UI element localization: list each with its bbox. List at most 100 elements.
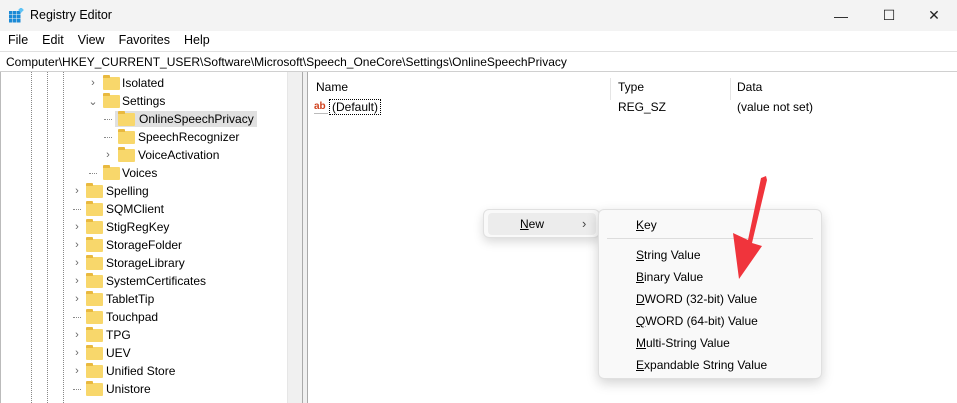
tree-item-label: SystemCertificates bbox=[106, 274, 207, 288]
value-data: (value not set) bbox=[737, 100, 814, 114]
folder-icon bbox=[86, 327, 103, 342]
tree-item[interactable]: › StorageLibrary bbox=[0, 254, 286, 272]
pane-splitter[interactable] bbox=[303, 72, 308, 403]
chevron-right-icon[interactable]: › bbox=[88, 77, 98, 89]
folder-icon bbox=[86, 291, 103, 306]
menu-item-label: inary Value bbox=[644, 270, 704, 284]
tree-item[interactable]: Voices bbox=[0, 164, 286, 182]
chevron-right-icon[interactable]: › bbox=[72, 239, 82, 251]
menu-file[interactable]: File bbox=[8, 31, 35, 51]
tree-item[interactable]: › UEV bbox=[0, 344, 286, 362]
menu-item-e[interactable]: Expandable String Value bbox=[636, 358, 767, 372]
menu-item-label: WORD (64-bit) Value bbox=[645, 314, 758, 328]
chevron-right-icon[interactable]: › bbox=[72, 275, 82, 287]
menu-help[interactable]: Help bbox=[184, 31, 217, 51]
access-key: Q bbox=[636, 314, 646, 328]
maximize-button[interactable]: ☐ bbox=[866, 0, 912, 31]
folder-icon bbox=[86, 219, 103, 234]
tree-item[interactable]: › VoiceActivation bbox=[0, 146, 286, 164]
tree-connector bbox=[73, 389, 81, 390]
menu-item-b[interactable]: Binary Value bbox=[636, 270, 703, 284]
tree-item[interactable]: OnlineSpeechPrivacy bbox=[0, 110, 286, 128]
tree-connector bbox=[104, 119, 112, 120]
value-type: REG_SZ bbox=[618, 100, 667, 114]
menu-item-m[interactable]: Multi-String Value bbox=[636, 336, 730, 350]
column-divider[interactable] bbox=[730, 78, 731, 100]
chevron-down-icon[interactable]: ⌄ bbox=[88, 95, 98, 108]
tree-item[interactable]: › Isolated bbox=[0, 74, 286, 92]
tree-item[interactable]: › StigRegKey bbox=[0, 218, 286, 236]
chevron-right-icon[interactable]: › bbox=[72, 185, 82, 197]
tree-item-label: SQMClient bbox=[106, 202, 165, 216]
access-key: E bbox=[636, 358, 645, 372]
column-header-type[interactable]: Type bbox=[618, 80, 644, 94]
menu-view[interactable]: View bbox=[78, 31, 112, 51]
folder-icon bbox=[86, 255, 103, 270]
menu-item-d[interactable]: DWORD (32-bit) Value bbox=[636, 292, 757, 306]
tree-item-label: StorageFolder bbox=[106, 238, 183, 252]
value-name[interactable]: (Default) bbox=[329, 99, 382, 115]
chevron-right-icon[interactable]: › bbox=[72, 257, 82, 269]
folder-icon bbox=[103, 75, 120, 90]
tree-item[interactable]: ⌄ Settings bbox=[0, 92, 286, 110]
menu-item-new[interactable]: New › bbox=[488, 213, 596, 235]
tree-item[interactable]: › Spelling bbox=[0, 182, 286, 200]
access-key: M bbox=[636, 336, 646, 350]
menu-item-k[interactable]: Key bbox=[636, 218, 657, 232]
tree-item-label: Unified Store bbox=[106, 364, 176, 378]
tree-item-label: Settings bbox=[122, 94, 166, 108]
window-title: Registry Editor bbox=[30, 8, 112, 22]
tree-item-label: Spelling bbox=[106, 184, 149, 198]
tree-item[interactable]: › StorageFolder bbox=[0, 236, 286, 254]
menu-item-label: xpandable String Value bbox=[644, 358, 768, 372]
tree-item[interactable]: Unistore bbox=[0, 380, 286, 398]
tree-item-label: VoiceActivation bbox=[138, 148, 220, 162]
menu-item-label: ew bbox=[528, 217, 545, 231]
tree-connector bbox=[73, 317, 81, 318]
tree-item-label: SpeechRecognizer bbox=[138, 130, 240, 144]
tree-item-label: OnlineSpeechPrivacy bbox=[115, 111, 257, 127]
chevron-right-icon[interactable]: › bbox=[72, 329, 82, 341]
menu-edit[interactable]: Edit bbox=[42, 31, 71, 51]
tree-item[interactable]: › TabletTip bbox=[0, 290, 286, 308]
new-submenu: Key String Value Binary Value DWORD (32-bit… bbox=[598, 209, 822, 379]
folder-icon bbox=[103, 165, 120, 180]
folder-icon bbox=[86, 363, 103, 378]
tree-item[interactable]: › TPG bbox=[0, 326, 286, 344]
menu-item-q[interactable]: QWORD (64-bit) Value bbox=[636, 314, 758, 328]
minimize-button[interactable]: — bbox=[818, 0, 864, 31]
folder-icon bbox=[118, 147, 135, 162]
folder-icon bbox=[86, 381, 103, 396]
folder-icon bbox=[86, 273, 103, 288]
close-button[interactable]: ✕ bbox=[911, 0, 957, 31]
access-key: S bbox=[636, 248, 645, 262]
chevron-right-icon[interactable]: › bbox=[72, 221, 82, 233]
tree-item[interactable]: SQMClient bbox=[0, 200, 286, 218]
tree-item[interactable]: › Unified Store bbox=[0, 362, 286, 380]
tree-item[interactable]: Touchpad bbox=[0, 308, 286, 326]
menu-item-label: tring Value bbox=[644, 248, 701, 262]
column-divider[interactable] bbox=[610, 78, 611, 100]
chevron-right-icon[interactable]: › bbox=[72, 347, 82, 359]
tree-item-label: Touchpad bbox=[106, 310, 159, 324]
folder-icon bbox=[86, 183, 103, 198]
tree-connector bbox=[89, 173, 97, 174]
tree-item-label: TabletTip bbox=[106, 292, 155, 306]
chevron-right-icon: › bbox=[582, 216, 587, 231]
tree-item-label: Unistore bbox=[106, 382, 151, 396]
address-bar[interactable]: Computer\HKEY_CURRENT_USER\Software\Micr… bbox=[0, 51, 957, 72]
tree-item-label: Isolated bbox=[122, 76, 165, 90]
column-header-name[interactable]: Name bbox=[316, 80, 348, 94]
tree-item-label: UEV bbox=[106, 346, 131, 360]
chevron-right-icon[interactable]: › bbox=[103, 149, 113, 161]
folder-icon bbox=[86, 345, 103, 360]
menu-item-s[interactable]: String Value bbox=[636, 248, 701, 262]
access-key: D bbox=[636, 292, 645, 306]
tree-scrollbar[interactable] bbox=[287, 72, 302, 403]
chevron-right-icon[interactable]: › bbox=[72, 365, 82, 377]
tree-item[interactable]: SpeechRecognizer bbox=[0, 128, 286, 146]
column-header-data[interactable]: Data bbox=[737, 80, 762, 94]
tree-item[interactable]: › SystemCertificates bbox=[0, 272, 286, 290]
menu-favorites[interactable]: Favorites bbox=[119, 31, 177, 51]
chevron-right-icon[interactable]: › bbox=[72, 293, 82, 305]
